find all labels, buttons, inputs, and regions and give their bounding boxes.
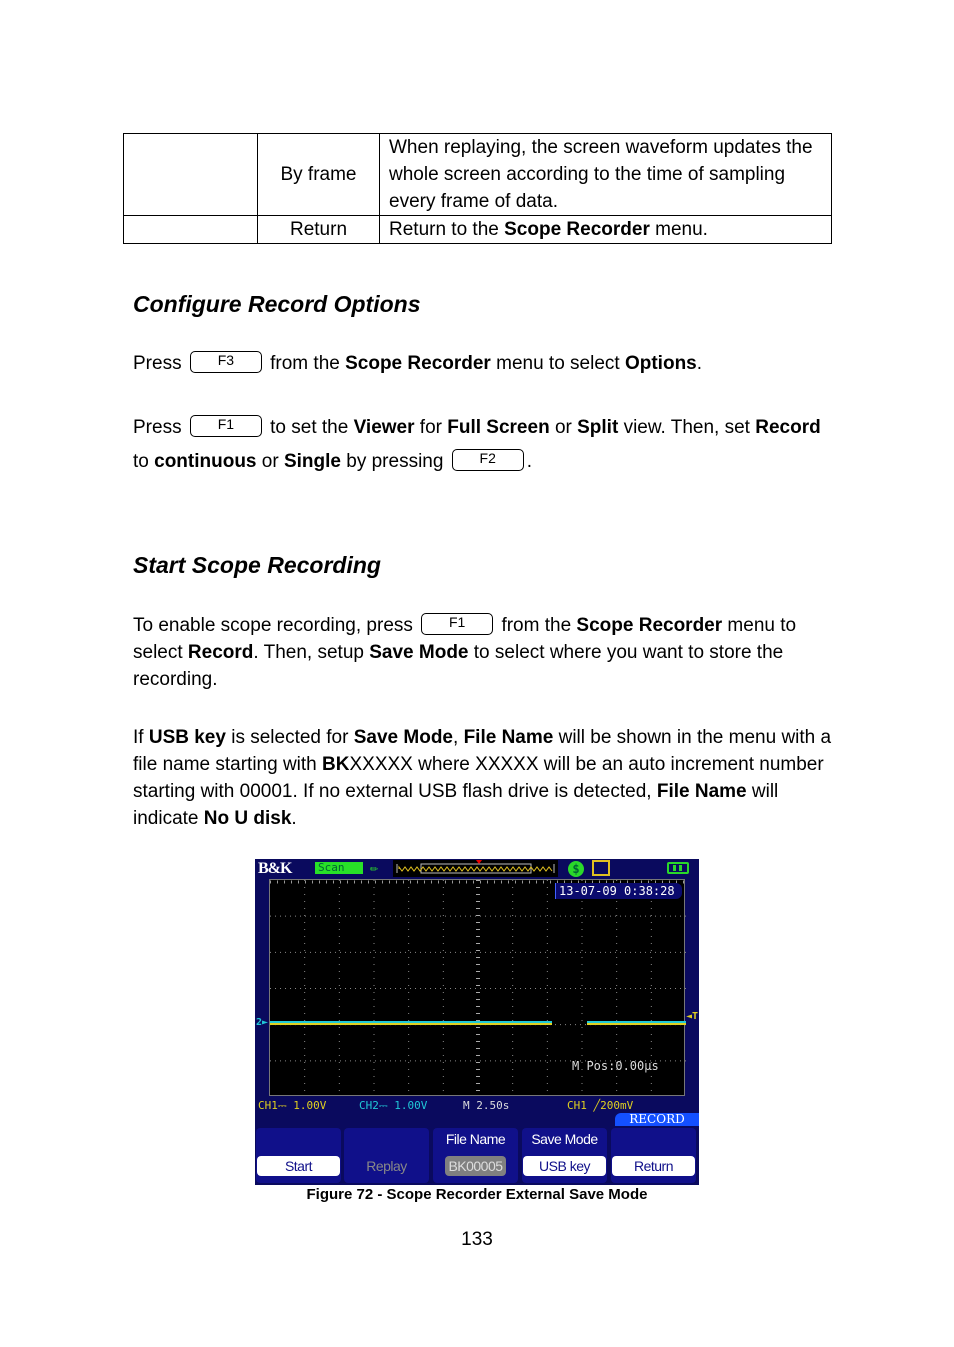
scope-screenshot: B&K Scan ✏ $ 13-07-09 0:38:28 M Pos:0.00… — [255, 859, 699, 1185]
paragraph: Press F3 from the Scope Recorder menu to… — [133, 350, 833, 377]
table-cell: Return to the Scope Recorder menu. — [379, 215, 832, 244]
menu-return[interactable]: Return — [611, 1128, 696, 1183]
bold-text: continuous — [154, 451, 257, 472]
bold-text: Viewer — [353, 417, 415, 438]
bold-text: Scope Recorder — [504, 219, 650, 240]
timebase: M 2.50s — [463, 1099, 510, 1112]
bold-text: Save Mode — [353, 727, 453, 748]
file-name-value[interactable]: BK00005 — [445, 1156, 506, 1176]
text: . — [696, 353, 703, 374]
text: Press — [133, 353, 182, 374]
memory-position-readout: M Pos:0.00µs — [572, 1059, 659, 1073]
ch2-marker-label: 2 — [256, 1017, 263, 1028]
text: , — [453, 727, 464, 748]
bold-text: Save Mode — [369, 642, 469, 663]
bold-text: Scope Recorder — [576, 615, 723, 636]
menu-save-mode[interactable]: Save Mode USB key — [522, 1128, 607, 1183]
f3-key-icon: F3 — [189, 351, 262, 373]
scope-top-bar: B&K Scan ✏ $ — [255, 859, 699, 879]
probe-icon: ✏ — [370, 860, 379, 876]
return-button[interactable]: Return — [612, 1156, 695, 1176]
bold-text: Options — [624, 353, 697, 374]
bold-text: Single — [283, 451, 341, 472]
printer-icon — [592, 860, 610, 876]
text: menu. — [649, 219, 708, 240]
text: is selected for — [225, 727, 354, 748]
menu-label: File Name — [445, 1131, 506, 1147]
text: menu to select — [490, 353, 625, 374]
table-row: Return Return to the Scope Recorder menu… — [123, 215, 832, 244]
text: to — [133, 451, 155, 472]
options-table: By frame When replaying, the screen wave… — [123, 133, 832, 244]
text: by pressing — [340, 451, 449, 472]
bold-text: Record — [187, 642, 254, 663]
f1-key-icon: F1 — [189, 415, 262, 437]
ch2-scale: CH2⎓ 1.00V — [359, 1099, 428, 1112]
save-mode-value[interactable]: USB key — [523, 1156, 606, 1176]
bold-text: No U disk — [203, 808, 292, 829]
text: Press — [133, 417, 182, 438]
bold-text: Full Screen — [447, 417, 550, 438]
table-row: By frame When replaying, the screen wave… — [123, 133, 832, 216]
battery-icon — [667, 862, 689, 874]
text: . — [291, 808, 297, 829]
menu-file-name[interactable]: File Name BK00005 — [433, 1128, 518, 1183]
text: . — [526, 451, 532, 472]
menu-label: Save Mode — [531, 1131, 598, 1147]
memory-overview-bar — [393, 860, 558, 877]
text: or — [256, 451, 284, 472]
trigger-setting: CH1 ╱200mV — [567, 1099, 634, 1112]
text: If — [133, 727, 149, 748]
bold-text: File Name — [463, 727, 554, 748]
page-number: 133 — [461, 1229, 493, 1250]
brand-logo: B&K — [258, 860, 292, 877]
bold-text: USB key — [148, 727, 226, 748]
replay-button[interactable]: Replay — [345, 1156, 428, 1176]
text: or — [549, 417, 578, 438]
table-cell — [123, 215, 258, 244]
f1-key-icon: F1 — [421, 613, 494, 635]
f2-key-icon: F2 — [451, 449, 524, 471]
text: from the — [264, 353, 346, 374]
paragraph: To enable scope recording, press F1 from… — [133, 612, 833, 693]
table-cell: By frame — [257, 133, 380, 216]
ch1-scale: CH1⎓ 1.00V — [258, 1099, 327, 1112]
table-cell — [123, 133, 258, 216]
bold-text: Record — [755, 417, 821, 438]
paragraph: Press F1 to set the Viewer for Full Scre… — [133, 411, 833, 479]
bold-text: Split — [577, 417, 619, 438]
section-heading: Configure Record Options — [133, 291, 421, 317]
text: view. Then, set — [618, 417, 756, 438]
trigger-level-marker: ◄T — [686, 1011, 699, 1022]
table-cell: Return — [257, 215, 380, 244]
figure-caption: Figure 72 - Scope Recorder External Save… — [306, 1186, 648, 1203]
usb-connected-icon: $ — [568, 861, 584, 877]
start-button[interactable]: Start — [257, 1156, 340, 1176]
trigger-position-icon — [476, 860, 482, 864]
text: . Then, setup — [253, 642, 370, 663]
text: from the — [496, 615, 577, 636]
menu-start[interactable]: Start — [256, 1128, 341, 1183]
acquisition-mode-badge: Scan — [315, 862, 363, 874]
menu-title: RECORD — [615, 1113, 699, 1126]
text: to set the — [264, 417, 354, 438]
text: Return to the — [389, 219, 505, 240]
bold-text: Scope Recorder — [345, 353, 491, 374]
table-cell: When replaying, the screen waveform upda… — [379, 133, 832, 216]
paragraph: If USB key is selected for Save Mode, Fi… — [133, 724, 833, 832]
bold-text: File Name — [656, 781, 747, 802]
bold-text: BK — [322, 754, 350, 775]
menu-replay[interactable]: Replay — [344, 1128, 429, 1183]
trigger-marker-label: T — [692, 1011, 699, 1022]
ch2-ground-marker: 2► — [256, 1017, 269, 1028]
text: To enable scope recording, press — [133, 615, 419, 636]
text: for — [414, 417, 448, 438]
timestamp: 13-07-09 0:38:28 — [555, 883, 682, 899]
section-heading: Start Scope Recording — [133, 552, 381, 578]
